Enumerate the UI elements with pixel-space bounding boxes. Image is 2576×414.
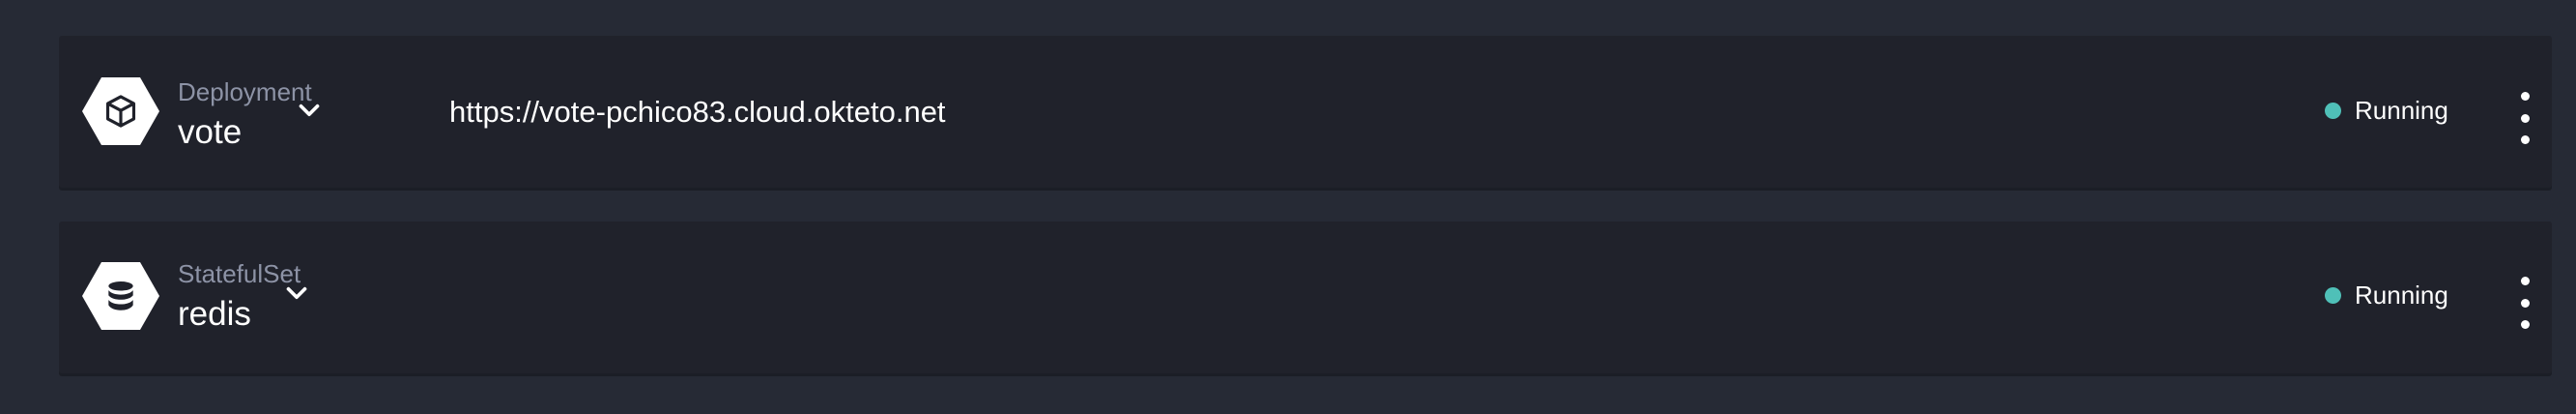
status-label: Running <box>2355 96 2448 125</box>
expand-chevron-down-icon[interactable] <box>280 277 313 310</box>
kebab-dot <box>2520 298 2530 308</box>
kebab-dot <box>2520 92 2530 101</box>
service-kind: Deployment <box>178 77 312 106</box>
kebab-dot <box>2520 277 2530 285</box>
database-icon <box>82 262 159 330</box>
service-name: vote <box>178 113 243 151</box>
cube-icon <box>82 77 159 145</box>
service-row-redis[interactable]: StatefulSet redis Running <box>59 222 2552 373</box>
kebab-dot <box>2520 113 2530 123</box>
status-badge: Running <box>2325 93 2448 128</box>
kebab-dot <box>2520 135 2530 144</box>
status-label: Running <box>2355 281 2448 310</box>
status-running-dot <box>2325 102 2341 119</box>
status-badge: Running <box>2325 278 2448 312</box>
status-running-dot <box>2325 286 2341 304</box>
more-options-icon[interactable] <box>2510 92 2539 144</box>
service-endpoint-link[interactable]: https://vote-pchico83.cloud.okteto.net <box>449 97 946 127</box>
kebab-dot <box>2520 320 2530 329</box>
service-row-vote[interactable]: Deployment vote https://vote-pchico83.cl… <box>59 36 2552 188</box>
service-name: redis <box>178 295 251 333</box>
expand-chevron-down-icon[interactable] <box>293 94 326 127</box>
services-list: Deployment vote https://vote-pchico83.cl… <box>0 0 2576 414</box>
more-options-icon[interactable] <box>2510 277 2539 329</box>
